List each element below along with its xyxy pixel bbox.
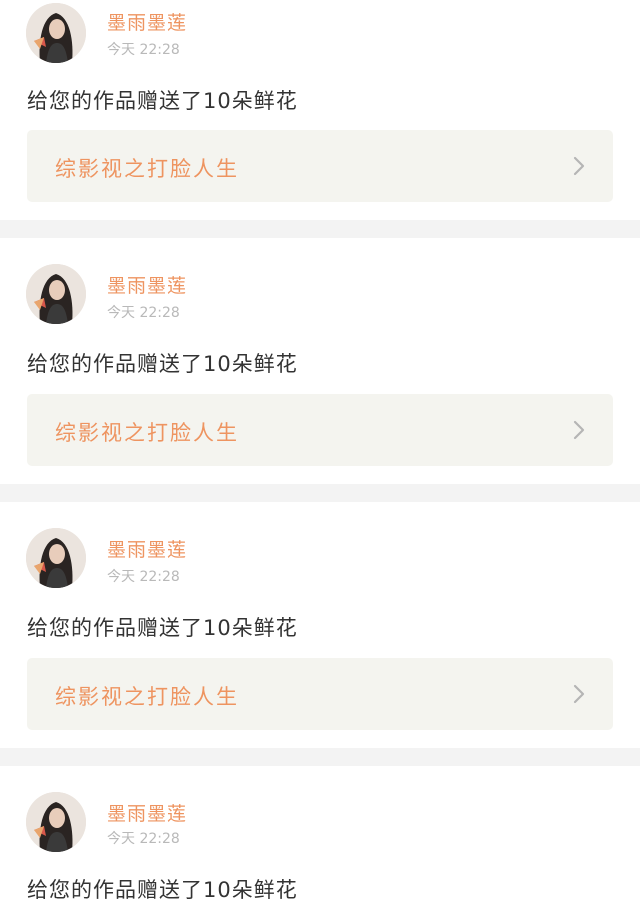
notification-message: 给您的作品赠送了10朵鲜花: [27, 616, 298, 640]
user-avatar-icon[interactable]: [26, 528, 86, 588]
timestamp: 今天 22:28: [107, 569, 180, 585]
timestamp: 今天 22:28: [107, 831, 180, 847]
notification-card: 墨雨墨莲 今天 22:28 给您的作品赠送了10朵鲜花 综影视之打脸人生: [0, 502, 640, 730]
notification-message: 给您的作品赠送了10朵鲜花: [27, 878, 298, 899]
notification-message: 给您的作品赠送了10朵鲜花: [27, 352, 298, 376]
section-divider: [0, 748, 640, 766]
work-title: 综影视之打脸人生: [55, 157, 239, 181]
chevron-right-icon: [573, 156, 585, 176]
work-link-button[interactable]: 综影视之打脸人生: [27, 394, 613, 466]
timestamp: 今天 22:28: [107, 305, 180, 321]
user-avatar-icon[interactable]: [26, 264, 86, 324]
notification-card: 墨雨墨莲 今天 22:28 给您的作品赠送了10朵鲜花: [0, 766, 640, 899]
timestamp: 今天 22:28: [107, 42, 180, 58]
notification-card: 墨雨墨莲 今天 22:28 给您的作品赠送了10朵鲜花 综影视之打脸人生: [0, 0, 640, 220]
work-link-button[interactable]: 综影视之打脸人生: [27, 658, 613, 730]
username[interactable]: 墨雨墨莲: [107, 8, 187, 35]
work-title: 综影视之打脸人生: [55, 685, 239, 709]
notification-message: 给您的作品赠送了10朵鲜花: [27, 89, 298, 113]
username[interactable]: 墨雨墨莲: [107, 271, 187, 298]
notification-card: 墨雨墨莲 今天 22:28 给您的作品赠送了10朵鲜花 综影视之打脸人生: [0, 238, 640, 466]
section-divider: [0, 220, 640, 238]
work-link-button[interactable]: 综影视之打脸人生: [27, 130, 613, 202]
section-divider: [0, 484, 640, 502]
username[interactable]: 墨雨墨莲: [107, 535, 187, 562]
user-avatar-icon[interactable]: [26, 3, 86, 63]
username[interactable]: 墨雨墨莲: [107, 799, 187, 826]
work-title: 综影视之打脸人生: [55, 421, 239, 445]
user-avatar-icon[interactable]: [26, 792, 86, 852]
notification-feed: 墨雨墨莲 今天 22:28 给您的作品赠送了10朵鲜花 综影视之打脸人生 墨雨墨…: [0, 0, 640, 899]
chevron-right-icon: [573, 420, 585, 440]
chevron-right-icon: [573, 684, 585, 704]
